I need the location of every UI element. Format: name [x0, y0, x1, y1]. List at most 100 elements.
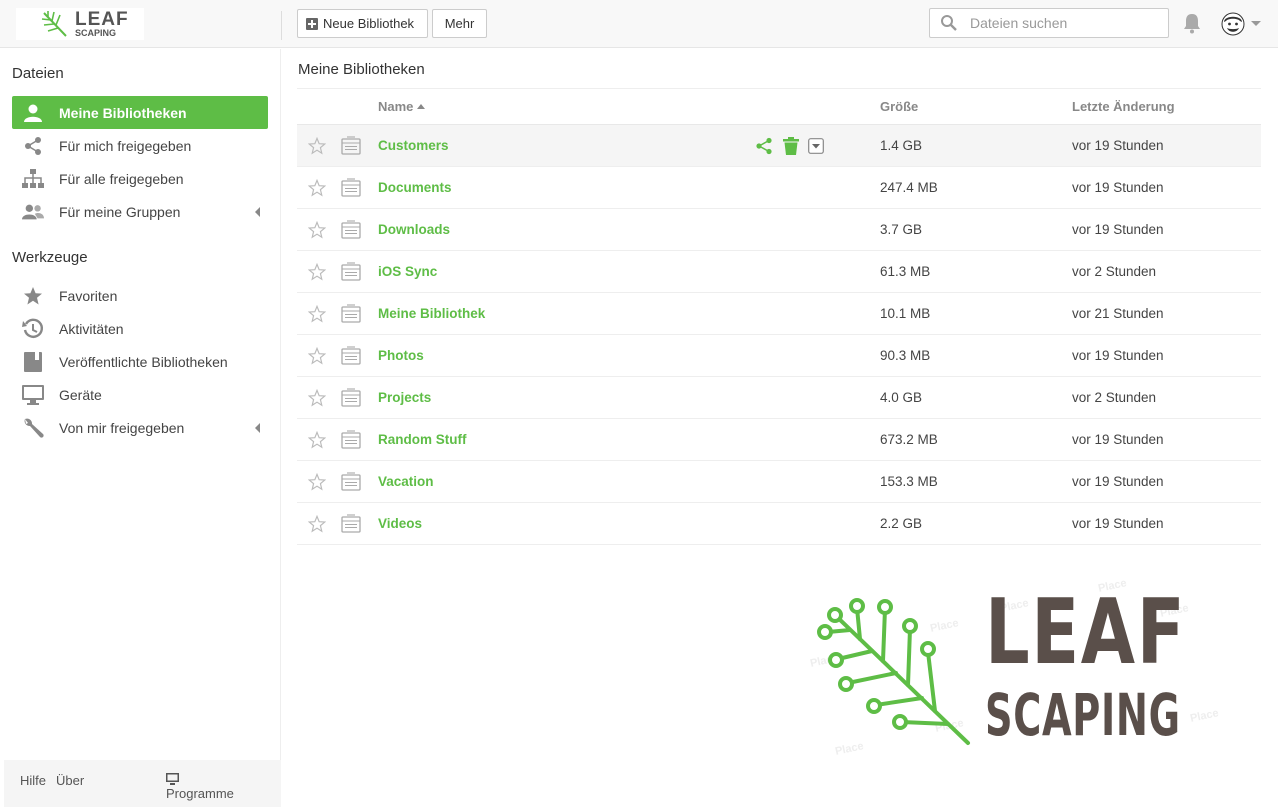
table-row[interactable]: Documents 247.4 MB vor 19 Stunden: [297, 167, 1261, 209]
share-icon: [22, 135, 44, 157]
star-outline-icon[interactable]: [308, 515, 326, 533]
library-size: 2.2 GB: [880, 516, 923, 531]
library-modified: vor 19 Stunden: [1072, 138, 1164, 153]
monitor-icon: [166, 773, 179, 785]
sidebar-item-label: Favoriten: [59, 287, 118, 304]
about-link[interactable]: Über: [56, 773, 84, 788]
chevron-down-icon[interactable]: [1251, 21, 1261, 26]
caret-left-icon[interactable]: [255, 207, 260, 217]
library-name[interactable]: iOS Sync: [378, 264, 437, 279]
library-icon: [341, 472, 361, 491]
table-row[interactable]: Downloads 3.7 GB vor 19 Stunden: [297, 209, 1261, 251]
library-size: 61.3 MB: [880, 264, 931, 279]
library-name[interactable]: Videos: [378, 516, 422, 531]
sidebar-item-devices[interactable]: Geräte: [12, 378, 268, 411]
star-outline-icon[interactable]: [308, 263, 326, 281]
watermark-text: Place: [1189, 707, 1220, 725]
library-name[interactable]: Random Stuff: [378, 432, 467, 447]
sidebar-item-my-groups[interactable]: Für meine Gruppen: [12, 195, 268, 228]
dropdown-toggle-icon[interactable]: [808, 138, 824, 159]
library-modified: vor 2 Stunden: [1072, 264, 1157, 279]
star-outline-icon[interactable]: [308, 347, 326, 365]
sidebar-item-label: Für mich freigegeben: [59, 137, 192, 154]
sort-ascending-icon: [417, 104, 426, 109]
more-button[interactable]: Mehr: [432, 9, 487, 38]
column-name-label: Name: [378, 99, 414, 114]
logo-text-scaping: SCAPING: [75, 28, 117, 38]
branding-text-leaf: LEAF: [985, 580, 1187, 685]
caret-left-icon[interactable]: [255, 423, 260, 433]
library-icon: [341, 514, 361, 533]
sidebar-item-shared-with-me[interactable]: Für mich freigegeben: [12, 129, 268, 162]
library-name[interactable]: Documents: [378, 180, 452, 195]
trash-icon[interactable]: [783, 137, 799, 160]
column-header-modified[interactable]: Letzte Änderung: [1072, 99, 1175, 114]
library-modified: vor 19 Stunden: [1072, 432, 1164, 447]
sidebar-item-my-libraries[interactable]: Meine Bibliotheken: [12, 96, 268, 129]
table-row[interactable]: Customers 1.4 GB vor 19 Stunden: [297, 125, 1261, 167]
star-outline-icon[interactable]: [308, 431, 326, 449]
programs-link[interactable]: Programme: [166, 773, 234, 801]
plus-square-icon: [306, 17, 318, 30]
leaf-circuit-icon: [817, 598, 970, 745]
sidebar-item-shared-with-all[interactable]: Für alle freigegeben: [12, 162, 268, 195]
search-icon: [941, 15, 957, 31]
wrench-icon: [22, 417, 44, 439]
library-name[interactable]: Meine Bibliothek: [378, 306, 485, 321]
table-row[interactable]: Videos 2.2 GB vor 19 Stunden: [297, 503, 1261, 545]
avatar[interactable]: [1221, 12, 1245, 36]
sidebar-item-activities[interactable]: Aktivitäten: [12, 312, 268, 345]
files-heading: Dateien: [12, 65, 64, 82]
library-name[interactable]: Projects: [378, 390, 431, 405]
sidebar: Dateien Meine Bibliotheken Für mich frei…: [0, 49, 281, 807]
table-row[interactable]: Vacation 153.3 MB vor 19 Stunden: [297, 461, 1261, 503]
star-outline-icon[interactable]: [308, 221, 326, 239]
star-icon: [22, 285, 44, 307]
library-size: 247.4 MB: [880, 180, 938, 195]
library-name[interactable]: Customers: [378, 138, 449, 153]
search-input[interactable]: [970, 15, 1150, 31]
search-box[interactable]: [929, 8, 1169, 38]
share-icon[interactable]: [755, 137, 773, 160]
book-icon: [22, 351, 44, 373]
table-row[interactable]: Projects 4.0 GB vor 2 Stunden: [297, 377, 1261, 419]
library-size: 3.7 GB: [880, 222, 923, 237]
sidebar-item-label: Für alle freigegeben: [59, 170, 184, 187]
table-row[interactable]: iOS Sync 61.3 MB vor 2 Stunden: [297, 251, 1261, 293]
sidebar-item-favorites[interactable]: Favoriten: [12, 279, 268, 312]
library-name[interactable]: Vacation: [378, 474, 434, 489]
title-divider: [297, 88, 1261, 89]
star-outline-icon[interactable]: [308, 473, 326, 491]
tools-heading: Werkzeuge: [12, 249, 88, 266]
bell-icon[interactable]: [1182, 12, 1202, 34]
library-icon: [341, 262, 361, 281]
library-modified: vor 19 Stunden: [1072, 348, 1164, 363]
new-library-button[interactable]: Neue Bibliothek: [297, 9, 428, 38]
table-row[interactable]: Photos 90.3 MB vor 19 Stunden: [297, 335, 1261, 377]
table-row[interactable]: Random Stuff 673.2 MB vor 19 Stunden: [297, 419, 1261, 461]
column-header-name[interactable]: Name: [378, 99, 426, 114]
branding-logo: Place Place Place Place Place Place Plac…: [800, 575, 1220, 765]
header-logo[interactable]: LEAF SCAPING: [16, 8, 144, 40]
sidebar-item-shared-by-me[interactable]: Von mir freigegeben: [12, 411, 268, 444]
library-modified: vor 21 Stunden: [1072, 306, 1164, 321]
column-header-size[interactable]: Größe: [880, 99, 918, 114]
history-icon: [22, 318, 44, 340]
library-modified: vor 19 Stunden: [1072, 474, 1164, 489]
star-outline-icon[interactable]: [308, 179, 326, 197]
sidebar-item-label: Meine Bibliotheken: [59, 104, 187, 121]
library-name[interactable]: Downloads: [378, 222, 450, 237]
monitor-icon: [22, 384, 44, 406]
header-divider: [281, 11, 282, 40]
star-outline-icon[interactable]: [308, 137, 326, 155]
table-row[interactable]: Meine Bibliothek 10.1 MB vor 21 Stunden: [297, 293, 1261, 335]
library-icon: [341, 220, 361, 239]
library-size: 4.0 GB: [880, 390, 923, 405]
star-outline-icon[interactable]: [308, 389, 326, 407]
group-icon: [22, 201, 44, 223]
help-link[interactable]: Hilfe: [20, 773, 46, 788]
library-name[interactable]: Photos: [378, 348, 424, 363]
star-outline-icon[interactable]: [308, 305, 326, 323]
new-library-label: Neue Bibliothek: [323, 16, 415, 31]
sidebar-item-published-libraries[interactable]: Veröffentlichte Bibliotheken: [12, 345, 268, 378]
